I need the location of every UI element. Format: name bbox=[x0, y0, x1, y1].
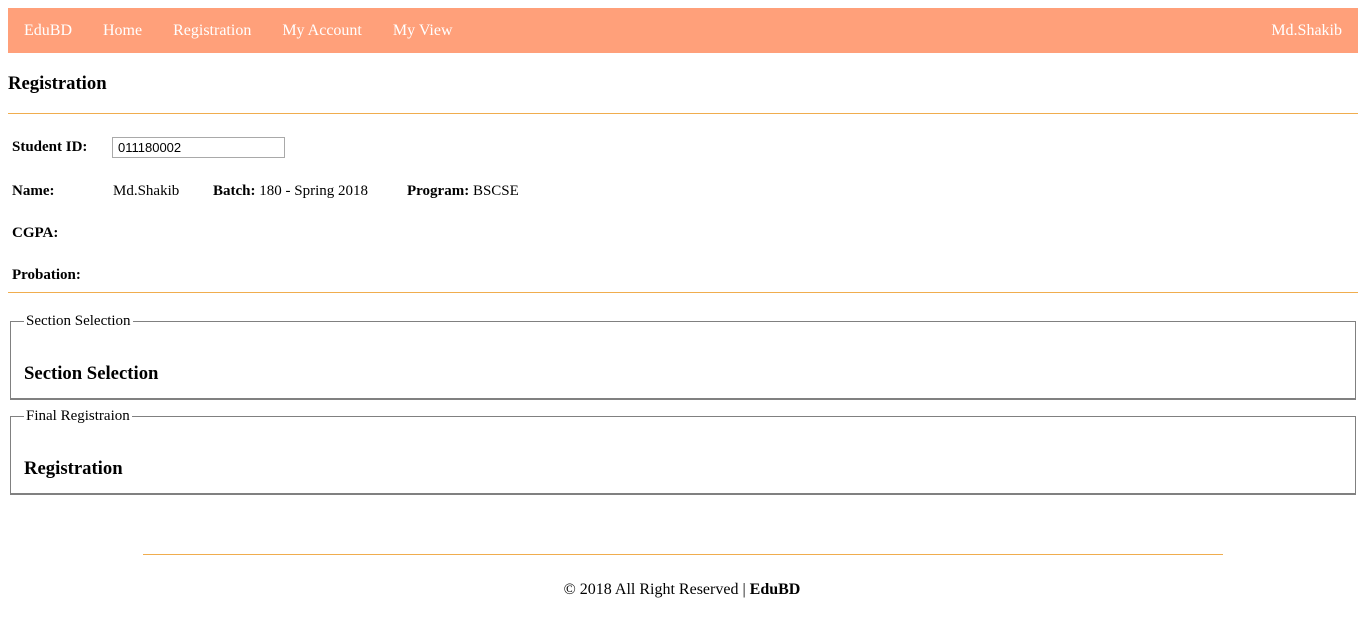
divider-top bbox=[8, 113, 1358, 114]
cgpa-label: CGPA: bbox=[12, 225, 59, 241]
final-registration-legend: Final Registraion bbox=[26, 408, 130, 424]
batch-value: 180 - Spring 2018 bbox=[259, 183, 368, 199]
program-field: Program: BSCSE bbox=[407, 182, 519, 200]
top-navbar: EduBD Home Registration My Account My Vi… bbox=[8, 8, 1358, 53]
footer: © 2018 All Right Reserved | EduBD bbox=[0, 580, 1364, 600]
final-registration-heading: Registration bbox=[24, 458, 123, 479]
program-label: Program: bbox=[407, 183, 470, 199]
final-registration-fieldset: Final Registraion Registration bbox=[10, 409, 1356, 495]
batch-label: Batch: bbox=[213, 183, 256, 199]
nav-link-registration[interactable]: Registration bbox=[158, 8, 267, 53]
divider-footer bbox=[143, 554, 1223, 555]
nav-link-my-account[interactable]: My Account bbox=[267, 8, 378, 53]
nav-user-link[interactable]: Md.Shakib bbox=[1271, 8, 1358, 53]
divider-middle bbox=[8, 292, 1358, 293]
nav-links: EduBD Home Registration My Account My Vi… bbox=[8, 8, 468, 53]
section-selection-legend: Section Selection bbox=[26, 313, 131, 329]
batch-field: Batch: 180 - Spring 2018 bbox=[213, 182, 368, 200]
student-id-input[interactable] bbox=[112, 137, 285, 158]
nav-link-home[interactable]: Home bbox=[88, 8, 158, 53]
student-id-label: Student ID: bbox=[12, 139, 88, 155]
program-value: BSCSE bbox=[472, 183, 519, 199]
section-selection-heading: Section Selection bbox=[24, 363, 159, 384]
nav-link-my-view[interactable]: My View bbox=[377, 8, 468, 53]
footer-text: © 2018 All Right Reserved | bbox=[563, 581, 750, 598]
footer-brand: EduBD bbox=[749, 581, 801, 598]
page-title: Registration bbox=[8, 73, 107, 94]
probation-label: Probation: bbox=[12, 267, 81, 283]
section-selection-fieldset: Section Selection Section Selection bbox=[10, 314, 1356, 400]
nav-brand-link[interactable]: EduBD bbox=[8, 8, 88, 53]
name-label: Name: bbox=[12, 183, 55, 199]
name-value: Md.Shakib bbox=[113, 183, 180, 199]
